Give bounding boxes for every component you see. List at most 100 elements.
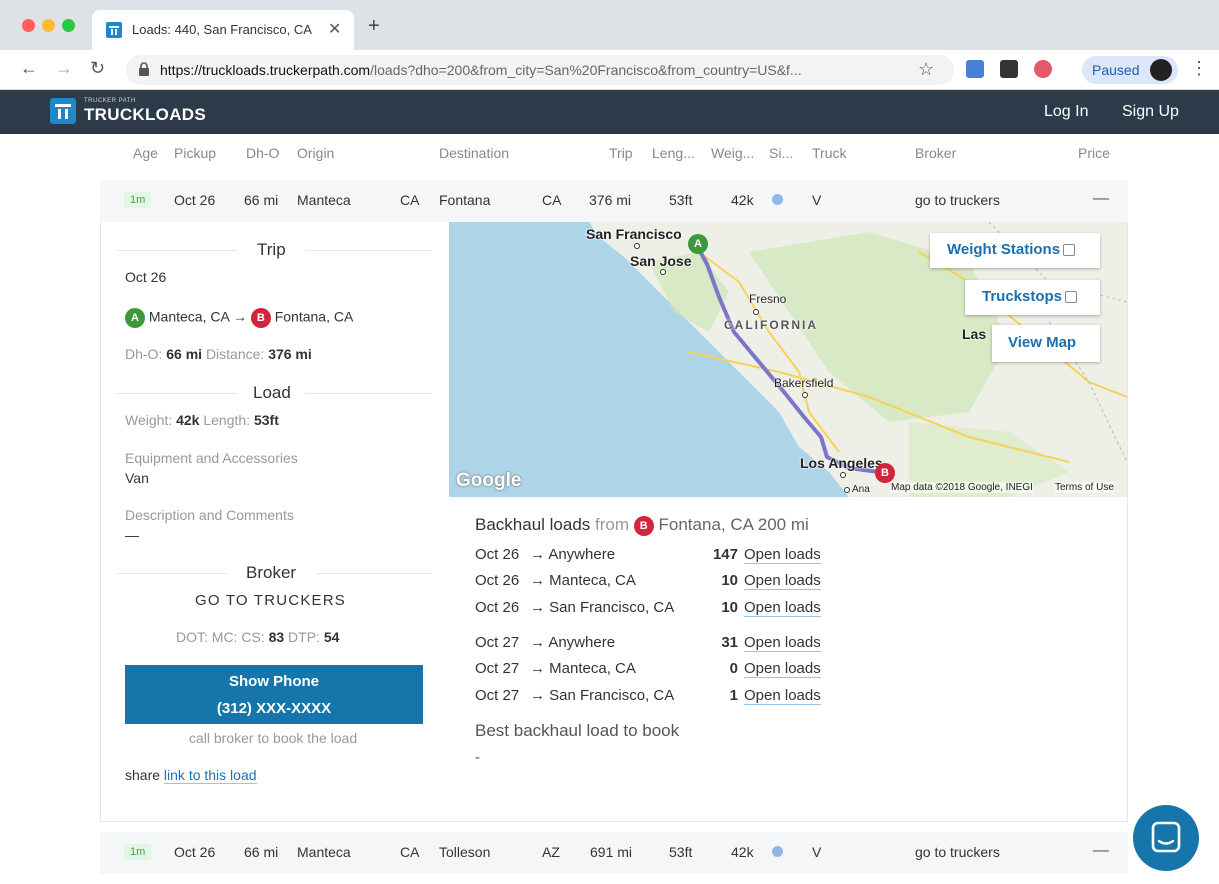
share-link[interactable]: link to this load [163,767,257,784]
length-cell: 53ft [669,844,693,860]
profile-paused-button[interactable]: Paused [1082,56,1178,84]
route-origin: Manteca, CA [148,308,230,325]
col-trip[interactable]: Trip [609,145,633,161]
view-map-button[interactable]: View Map [992,325,1100,362]
view-map-label: View Map [1008,334,1077,351]
weight-label: Weight: [125,412,173,428]
signup-link[interactable]: Sign Up [1122,103,1179,121]
show-phone-button[interactable]: Show Phone (312) XXX-XXXX [125,665,423,724]
destination-cell: Tolleson [439,844,491,860]
more-menu-icon[interactable]: ⋮ [1190,58,1208,79]
url-input[interactable]: https://truckloads.truckerpath.com/loads… [126,55,954,85]
route-map[interactable]: San Francisco San Jose Fresno CALIFORNIA… [449,222,1127,497]
map-label-bakersfield: Bakersfield [774,376,834,390]
open-loads-link[interactable]: Open loads [744,599,821,617]
backhaul-pin-icon: B [633,515,654,536]
open-loads-link[interactable]: Open loads [744,634,821,652]
map-label-ana: Ana [852,484,870,495]
tab-close-icon[interactable]: ✕ [328,19,341,39]
destination-pin-icon: B [250,308,271,328]
new-tab-icon[interactable]: + [368,15,380,38]
divider [306,393,431,394]
open-loads-link[interactable]: Open loads [744,572,821,590]
age-badge: 1m [124,844,152,860]
map-origin-pin-icon[interactable]: A [688,234,708,254]
col-destination[interactable]: Destination [439,145,509,161]
weight-stations-checkbox[interactable] [1063,244,1076,257]
cs-value: 83 [268,629,285,645]
window-zoom-button[interactable] [62,19,75,32]
chat-launcher-button[interactable] [1133,805,1199,871]
map-label-las: Las [962,326,987,342]
phone-number: (312) XXX-XXXX [216,700,332,717]
distance-label: Distance: [205,346,265,362]
equipment-value: Van [125,470,149,486]
backhaul-date: Oct 26 [475,572,520,589]
dho-cell: 66 mi [244,192,279,208]
reload-icon[interactable]: ↻ [90,58,105,79]
translate-extension-icon[interactable] [966,60,984,78]
site-header: TRUCKER PATH TRUCKLOADS Log In Sign Up [0,90,1219,134]
col-broker[interactable]: Broker [915,145,956,161]
price-cell: — [1093,190,1109,207]
window-close-button[interactable] [22,19,35,32]
trip-cell: 691 mi [590,844,633,860]
col-size[interactable]: Si... [769,145,793,161]
backhaul-from-label: from [595,515,630,534]
backhaul-destination: → San Francisco, CA [530,687,675,704]
map-label-san-francisco: San Francisco [586,226,682,242]
price-cell: — [1093,842,1109,859]
backhaul-count: 10 [721,572,738,589]
backhaul-date: Oct 26 [475,546,520,563]
backhaul-date: Oct 27 [475,687,520,704]
size-indicator-icon [772,194,783,205]
bookmark-star-icon[interactable]: ☆ [918,59,934,80]
show-phone-label: Show Phone [229,673,319,690]
col-price[interactable]: Price [1078,145,1110,161]
divider [316,573,431,574]
mc-label: MC: [211,629,238,645]
truckstops-checkbox[interactable] [1065,291,1078,304]
truckloads-logo-icon[interactable] [50,98,76,124]
terms-of-use-link[interactable]: Terms of Use [1055,482,1114,493]
table-row[interactable]: 1m Oct 26 66 mi Manteca CA Tolleson AZ 6… [100,832,1128,874]
avatar [1150,59,1172,81]
col-origin[interactable]: Origin [297,145,334,161]
backhaul-count: 31 [721,634,738,651]
pocket-extension-icon[interactable] [1034,60,1052,78]
window-minimize-button[interactable] [42,19,55,32]
login-link[interactable]: Log In [1044,103,1088,121]
table-row[interactable]: 1m Oct 26 66 mi Manteca CA Fontana CA 37… [100,180,1128,222]
logo-title[interactable]: TRUCKLOADS [84,105,206,125]
col-truck[interactable]: Truck [812,145,846,161]
back-icon[interactable]: ← [20,58,38,79]
truckloads-favicon-icon [106,22,122,38]
backhaul-destination: → Anywhere [530,634,616,651]
weight-cell: 42k [731,844,754,860]
col-pickup[interactable]: Pickup [174,145,216,161]
dho-distance: Dh-O: 66 mi Distance: 376 mi [125,346,312,362]
distance-value: 376 mi [268,346,312,362]
open-loads-link[interactable]: Open loads [744,546,821,564]
col-age[interactable]: Age [133,145,158,161]
col-dho[interactable]: Dh-O [246,145,279,161]
dho-cell: 66 mi [244,844,279,860]
col-length[interactable]: Leng... [652,145,695,161]
truckstops-toggle[interactable]: Truckstops [965,280,1100,315]
load-section-title: Load [253,383,291,402]
map-destination-pin-icon[interactable]: B [875,463,895,483]
browser-tab[interactable]: Loads: 440, San Francisco, CA ✕ [92,10,354,50]
weight-stations-toggle[interactable]: Weight Stations [930,233,1100,268]
route-destination: Fontana, CA [274,308,354,325]
backhaul-destination: → Manteca, CA [530,572,636,589]
broker-name: GO TO TRUCKERS [195,592,346,609]
divider [117,250,237,251]
weight-value: 42k [176,412,200,428]
open-loads-link[interactable]: Open loads [744,687,821,705]
forward-icon[interactable]: → [55,58,73,79]
size-indicator-icon [772,846,783,857]
col-weight[interactable]: Weig... [711,145,754,161]
open-loads-link[interactable]: Open loads [744,660,821,678]
qr-extension-icon[interactable] [1000,60,1018,78]
paused-label: Paused [1092,62,1140,78]
